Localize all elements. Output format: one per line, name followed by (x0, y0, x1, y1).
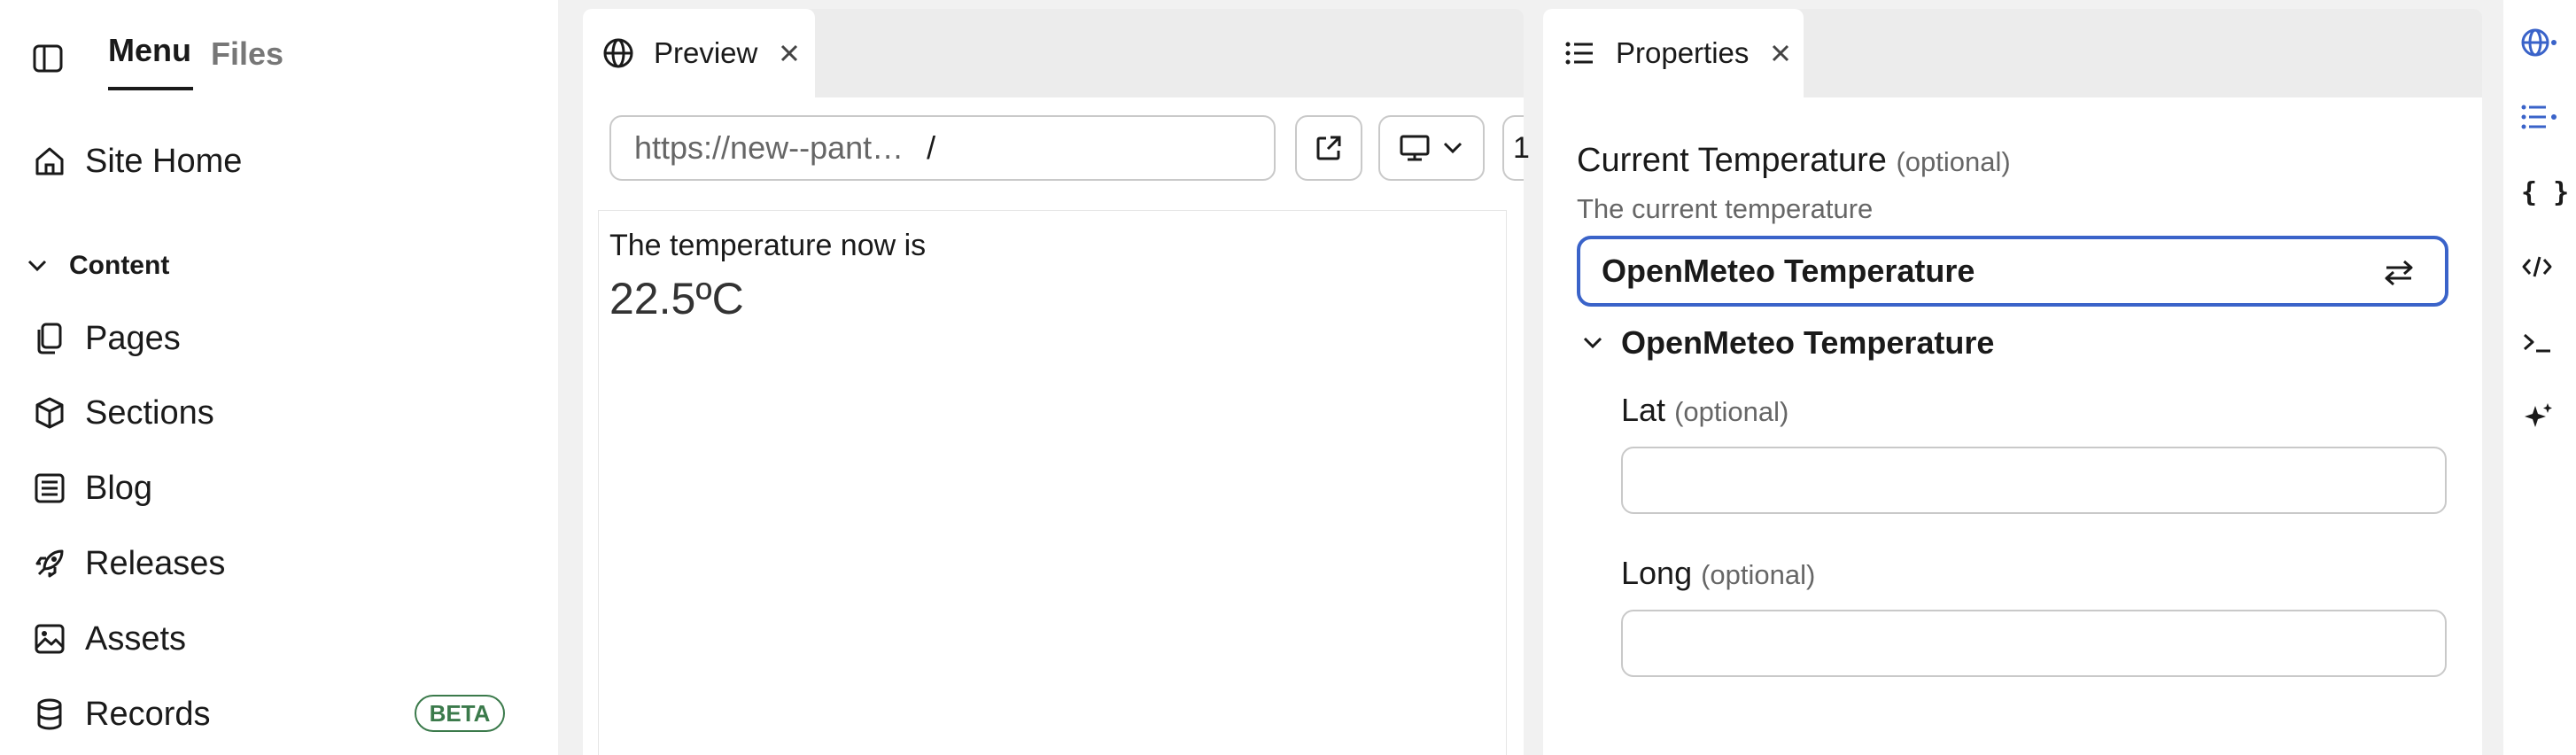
sidebar-item-blog[interactable]: Blog (32, 462, 152, 515)
terminal-icon[interactable] (2521, 330, 2553, 356)
tab-label: Preview (654, 36, 758, 69)
sidebar: Menu Files Site Home Content Pages Secti… (0, 0, 558, 755)
temperature-source-select[interactable]: OpenMeteo Temperature (1577, 236, 2448, 307)
url-text: https://new--pant… (634, 129, 904, 166)
rocket-icon (32, 546, 67, 581)
sparkle-icon[interactable] (2521, 401, 2555, 434)
sidebar-item-label: Blog (85, 469, 153, 507)
tab-menu[interactable]: Menu (108, 32, 191, 69)
list-icon (1564, 40, 1594, 66)
sidebar-item-label: Assets (85, 619, 187, 658)
close-icon[interactable] (779, 43, 800, 64)
sidebar-item-assets[interactable]: Assets (32, 612, 186, 665)
chevron-down-icon (25, 253, 50, 278)
sidebar-item-label: Sections (85, 393, 214, 432)
blog-icon (32, 471, 67, 506)
braces-icon[interactable]: { } (2521, 177, 2569, 208)
home-icon (32, 144, 67, 179)
long-label-row: Long (optional) (1621, 555, 1815, 592)
sidebar-item-sections[interactable]: Sections (32, 386, 214, 440)
url-bar[interactable]: https://new--pant… / (609, 115, 1276, 181)
sidebar-toggle-icon[interactable] (32, 43, 64, 74)
selected-value: OpenMeteo Temperature (1602, 253, 1975, 289)
sidebar-item-site-home[interactable]: Site Home (32, 135, 242, 188)
lat-label: Lat (1621, 392, 1666, 428)
sidebar-item-label: Pages (85, 319, 181, 357)
optional-tag: (optional) (1674, 396, 1789, 427)
tab-preview[interactable]: Preview (583, 9, 815, 97)
beta-badge: BETA (415, 695, 505, 732)
openmeteo-section-toggle[interactable]: OpenMeteo Temperature (1580, 324, 1994, 362)
long-input[interactable] (1621, 610, 2447, 677)
field-label: Current Temperature (1577, 142, 1887, 179)
preview-temperature: 22.5ºC (609, 274, 744, 323)
zoom-button[interactable]: 1 (1502, 115, 1530, 181)
sidebar-item-label: Site Home (85, 142, 243, 180)
cube-icon (32, 395, 67, 431)
tab-label: Properties (1616, 36, 1750, 69)
database-icon (32, 697, 67, 732)
sidebar-item-label: Records (85, 695, 211, 733)
optional-tag: (optional) (1701, 559, 1816, 590)
globe-icon[interactable] (2521, 27, 2557, 58)
device-select[interactable] (1378, 115, 1485, 181)
field-description: The current temperature (1577, 193, 1874, 224)
sidebar-item-records[interactable]: Records (32, 688, 211, 741)
image-icon (32, 621, 67, 657)
tab-properties[interactable]: Properties (1543, 9, 1804, 97)
chevron-down-icon (1441, 136, 1464, 160)
lat-input[interactable] (1621, 447, 2447, 514)
lat-label-row: Lat (optional) (1621, 392, 1788, 429)
preview-content-text: The temperature now is (609, 229, 927, 262)
right-rail: { } (2503, 0, 2576, 755)
chevron-down-icon (1580, 331, 1605, 355)
optional-tag: (optional) (1896, 146, 2011, 177)
url-path: / (927, 129, 936, 166)
section-title: OpenMeteo Temperature (1621, 324, 1995, 361)
close-icon[interactable] (1770, 43, 1791, 64)
tab-files[interactable]: Files (211, 35, 283, 73)
monitor-icon (1399, 134, 1431, 162)
pages-icon (32, 321, 67, 356)
content-section-toggle[interactable]: Content (25, 239, 169, 292)
sidebar-item-pages[interactable]: Pages (32, 312, 181, 365)
list-icon[interactable] (2521, 103, 2557, 131)
sidebar-item-releases[interactable]: Releases (32, 537, 225, 590)
swap-icon[interactable] (2383, 259, 2415, 287)
zoom-text: 1 (1513, 130, 1530, 165)
tab-menu-underline (108, 87, 193, 90)
long-label: Long (1621, 555, 1693, 591)
sidebar-item-label: Releases (85, 544, 226, 582)
current-temperature-label: Current Temperature (optional) (1577, 142, 2011, 180)
external-link-icon (1314, 133, 1344, 163)
code-icon[interactable] (2521, 253, 2553, 280)
globe-icon (602, 37, 634, 69)
open-external-button[interactable] (1295, 115, 1362, 181)
content-heading: Content (69, 251, 170, 280)
